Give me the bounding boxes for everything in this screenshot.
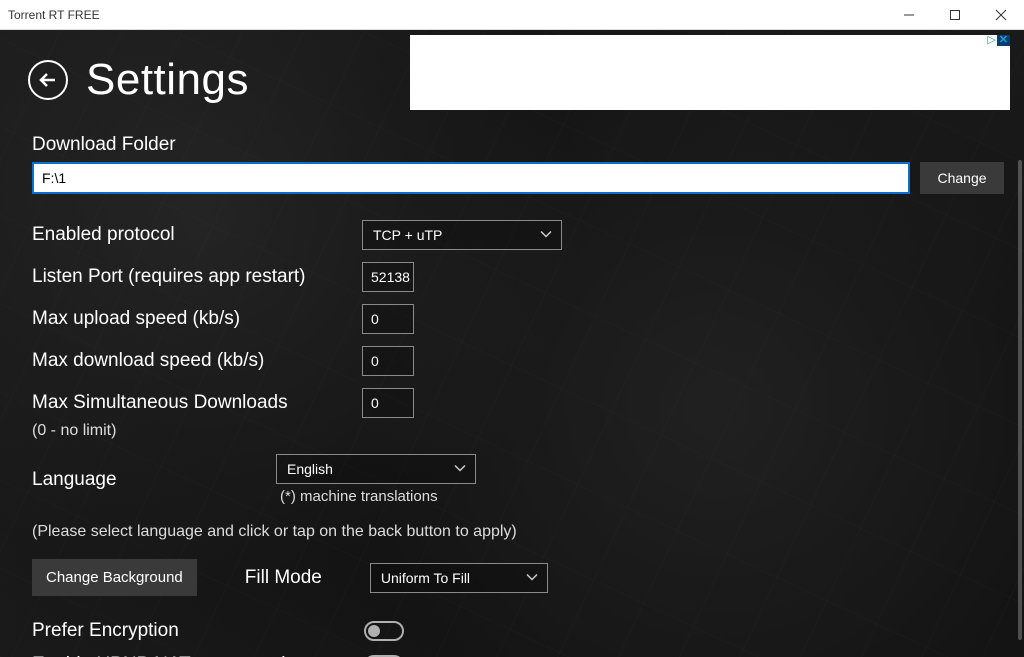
fill-mode-select[interactable]: Uniform To Fill: [370, 563, 548, 593]
vertical-scrollbar[interactable]: [1018, 160, 1022, 640]
language-value: English: [287, 461, 333, 477]
download-folder-input[interactable]: [32, 162, 910, 194]
window-titlebar: Torrent RT FREE: [0, 0, 1024, 30]
enabled-protocol-value: TCP + uTP: [373, 227, 442, 243]
max-download-label: Max download speed (kb/s): [32, 350, 362, 372]
fill-mode-label: Fill Mode: [245, 567, 322, 589]
chevron-down-icon: [453, 461, 467, 478]
settings-form: Download Folder Change Enabled protocol …: [32, 134, 1004, 657]
prefer-encryption-label: Prefer Encryption: [32, 620, 364, 642]
fill-mode-value: Uniform To Fill: [381, 570, 470, 586]
close-button[interactable]: [978, 0, 1024, 30]
no-limit-note: (0 - no limit): [32, 422, 1004, 440]
listen-port-input[interactable]: 52138: [362, 262, 414, 292]
enabled-protocol-label: Enabled protocol: [32, 224, 362, 246]
language-label: Language: [32, 469, 180, 491]
language-select[interactable]: English: [276, 454, 476, 484]
ad-banner[interactable]: ▷ ✕: [410, 35, 1010, 110]
adchoices-icon[interactable]: ▷: [986, 35, 996, 46]
change-background-button[interactable]: Change Background: [32, 559, 197, 596]
max-download-input[interactable]: 0: [362, 346, 414, 376]
page-title: Settings: [86, 55, 249, 105]
prefer-encryption-toggle[interactable]: [364, 621, 404, 641]
max-upload-label: Max upload speed (kb/s): [32, 308, 362, 330]
chevron-down-icon: [539, 227, 553, 244]
change-folder-button[interactable]: Change: [920, 162, 1004, 194]
ad-badge: ▷ ✕: [986, 35, 1010, 46]
max-simultaneous-label: Max Simultaneous Downloads: [32, 392, 362, 414]
max-upload-input[interactable]: 0: [362, 304, 414, 334]
max-simultaneous-input[interactable]: 0: [362, 388, 414, 418]
download-folder-label: Download Folder: [32, 134, 1004, 156]
chevron-down-icon: [525, 569, 539, 586]
enabled-protocol-select[interactable]: TCP + uTP: [362, 220, 562, 250]
maximize-button[interactable]: [932, 0, 978, 30]
ad-close-icon[interactable]: ✕: [997, 35, 1010, 46]
language-hint: (Please select language and click or tap…: [32, 523, 1004, 541]
back-button[interactable]: [28, 60, 68, 100]
listen-port-label: Listen Port (requires app restart): [32, 266, 362, 288]
page-header: Settings: [28, 55, 249, 105]
minimize-button[interactable]: [886, 0, 932, 30]
window-title: Torrent RT FREE: [0, 8, 886, 22]
language-note: (*) machine translations: [276, 488, 476, 505]
app-client-area: ▷ ✕ Settings Download Folder Change Enab…: [0, 30, 1024, 657]
